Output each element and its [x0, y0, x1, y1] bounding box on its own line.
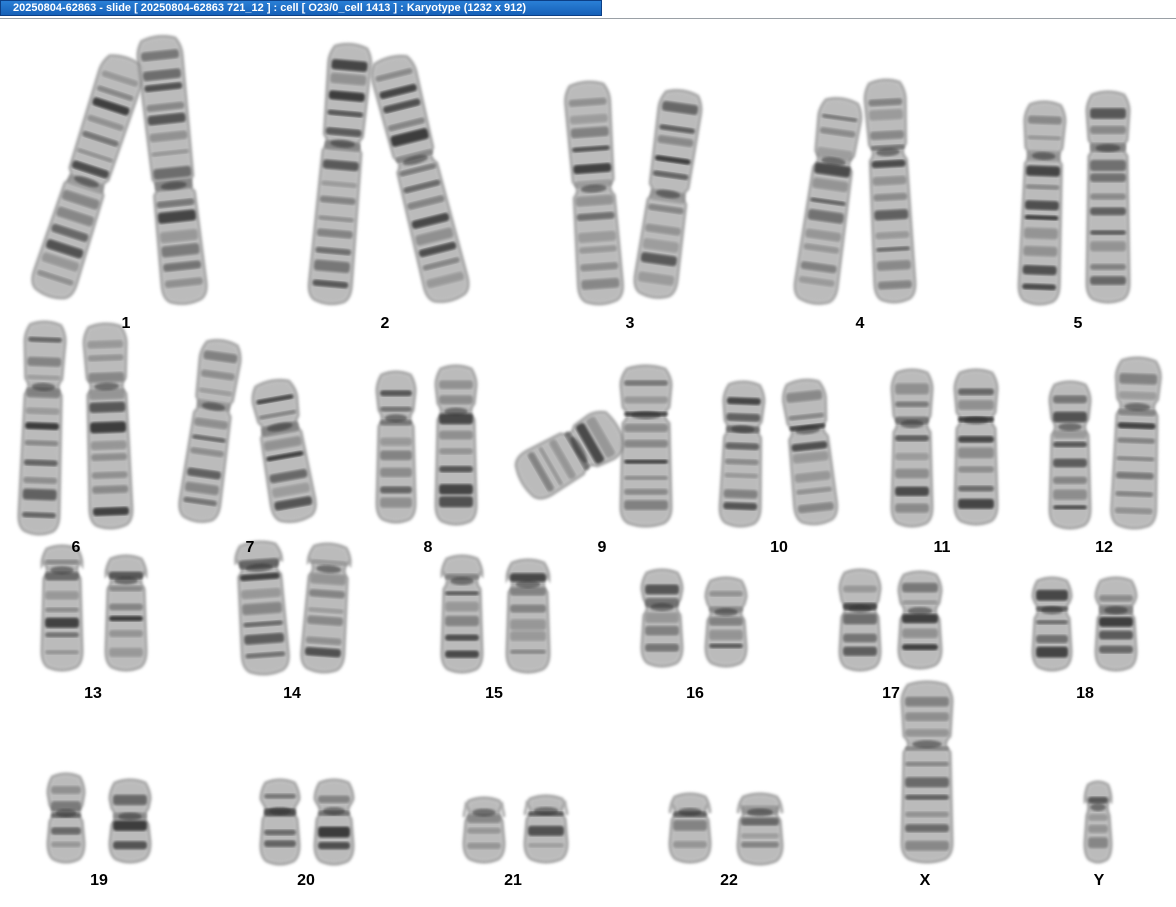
chromosome-label-21: 21: [504, 872, 522, 889]
karyotype-canvas: 1 2 3 4 5 6 7 8 9 10 11 12 13 14 15 16 17 18 19 20 21 22 X Y: [0, 19, 1176, 907]
chromosome-10-b[interactable]: [781, 378, 839, 526]
chromosome-pair-3[interactable]: [564, 80, 704, 306]
chromosome-13-b[interactable]: [104, 554, 148, 672]
chromosome-label-13: 13: [84, 685, 102, 702]
chromosome-layer: [17, 34, 1162, 866]
chromosome-label-20: 20: [297, 872, 315, 889]
chromosome-17-a[interactable]: [838, 568, 882, 672]
chromosome-14-b[interactable]: [300, 542, 352, 674]
chromosome-label-3: 3: [626, 315, 635, 332]
chromosome-label-17: 17: [882, 685, 900, 702]
chromosome-pair-18[interactable]: [1031, 576, 1138, 672]
chromosome-19-a[interactable]: [46, 772, 86, 864]
chromosome-pair-x[interactable]: [900, 680, 954, 864]
chromosome-20-b[interactable]: [313, 778, 355, 866]
karyotype-figure: 1 2 3 4 56 7 8 9 10 11 1213 14 15 16 17 1819 20 21 22 X Y: [17, 34, 1162, 889]
chromosome-label-1: 1: [122, 315, 131, 332]
chromosome-label-10: 10: [770, 539, 788, 556]
chromosome-4-a[interactable]: [793, 96, 863, 306]
chromosome-label-15: 15: [485, 685, 503, 702]
chromosome-16-a[interactable]: [640, 568, 684, 668]
chromosome-11-b[interactable]: [953, 368, 999, 526]
chromosome-label-11: 11: [934, 539, 951, 556]
chromosome-15-b[interactable]: [505, 558, 551, 674]
chromosome-label-y: Y: [1094, 872, 1105, 889]
chromosome-label-9: 9: [598, 539, 607, 556]
chromosome-16-b[interactable]: [704, 576, 748, 668]
chromosome-1-b[interactable]: [136, 34, 208, 305]
chromosome-7-a[interactable]: [178, 338, 243, 524]
chromosome-pair-21[interactable]: [462, 794, 569, 864]
chromosome-pair-14[interactable]: [234, 540, 352, 676]
chromosome-13-a[interactable]: [40, 544, 84, 672]
chromosome-19-b[interactable]: [108, 778, 152, 864]
chromosome-21-b[interactable]: [523, 794, 569, 864]
chromosome-pair-2[interactable]: [307, 42, 472, 306]
chromosome-pair-4[interactable]: [793, 78, 917, 306]
chromosome-label-16: 16: [686, 685, 704, 702]
chromosome-pair-10[interactable]: [718, 378, 839, 528]
chromosome-9-a[interactable]: [510, 406, 630, 504]
chromosome-17-b[interactable]: [897, 570, 943, 670]
chromosome-label-2: 2: [381, 315, 390, 332]
chromosome-15-a[interactable]: [440, 554, 484, 674]
title-bar-row: 20250804-62863 - slide [ 20250804-62863 …: [0, 0, 1176, 19]
chromosome-y-a[interactable]: [1083, 780, 1113, 864]
chromosome-pair-19[interactable]: [46, 772, 152, 864]
chromosome-22-a[interactable]: [668, 792, 712, 864]
chromosome-label-4: 4: [856, 315, 865, 332]
chromosome-pair-y[interactable]: [1083, 780, 1113, 864]
chromosome-label-7: 7: [246, 539, 255, 556]
chromosome-1-a[interactable]: [28, 51, 147, 302]
chromosome-21-a[interactable]: [462, 796, 506, 864]
chromosome-pair-6[interactable]: [17, 320, 134, 536]
chromosome-pair-17[interactable]: [838, 568, 943, 672]
chromosome-x-a[interactable]: [900, 680, 954, 864]
chromosome-pair-9[interactable]: [510, 364, 673, 528]
chromosome-pair-15[interactable]: [440, 554, 551, 674]
chromosome-pair-12[interactable]: [1048, 356, 1162, 530]
chromosome-5-b[interactable]: [1085, 90, 1131, 304]
chromosome-pair-20[interactable]: [259, 778, 355, 866]
chromosome-3-a[interactable]: [564, 80, 624, 306]
chromosome-label-5: 5: [1074, 315, 1083, 332]
chromosome-12-a[interactable]: [1048, 380, 1092, 530]
chromosome-pair-13[interactable]: [40, 544, 148, 672]
chromosome-pair-16[interactable]: [640, 568, 748, 668]
chromosome-label-19: 19: [90, 872, 108, 889]
chromosome-4-b[interactable]: [863, 78, 917, 304]
chromosome-10-a[interactable]: [718, 380, 766, 528]
chromosome-2-a[interactable]: [307, 42, 373, 306]
chromosome-5-a[interactable]: [1017, 100, 1067, 306]
chromosome-pair-7[interactable]: [178, 338, 318, 525]
chromosome-label-14: 14: [283, 685, 301, 702]
chromosome-18-b[interactable]: [1094, 576, 1138, 672]
chromosome-12-b[interactable]: [1110, 356, 1162, 530]
chromosome-3-b[interactable]: [633, 88, 704, 300]
chromosome-label-12: 12: [1095, 539, 1113, 556]
chromosome-label-18: 18: [1076, 685, 1094, 702]
chromosome-22-b[interactable]: [736, 792, 784, 866]
chromosome-6-a[interactable]: [17, 320, 67, 536]
chromosome-2-b[interactable]: [368, 52, 471, 305]
chromosome-pair-22[interactable]: [668, 792, 784, 866]
chromosome-label-8: 8: [424, 539, 433, 556]
chromosome-pair-8[interactable]: [375, 364, 478, 526]
chromosome-label-x: X: [920, 872, 931, 889]
chromosome-9-b[interactable]: [619, 364, 673, 528]
chromosome-18-a[interactable]: [1031, 576, 1073, 672]
chromosome-8-b[interactable]: [434, 364, 478, 526]
chromosome-label-6: 6: [72, 539, 81, 556]
window-title-bar[interactable]: 20250804-62863 - slide [ 20250804-62863 …: [0, 0, 602, 16]
chromosome-8-a[interactable]: [375, 370, 417, 524]
chromosome-7-b[interactable]: [250, 377, 318, 524]
chromosome-pair-5[interactable]: [1017, 90, 1131, 306]
chromosome-6-b[interactable]: [82, 322, 134, 530]
chromosome-pair-11[interactable]: [890, 368, 999, 528]
chromosome-label-22: 22: [720, 872, 738, 889]
chromosome-11-a[interactable]: [890, 368, 934, 528]
chromosome-20-a[interactable]: [259, 778, 301, 866]
chromosome-pair-1[interactable]: [28, 34, 208, 305]
chromosome-14-a[interactable]: [234, 540, 290, 676]
